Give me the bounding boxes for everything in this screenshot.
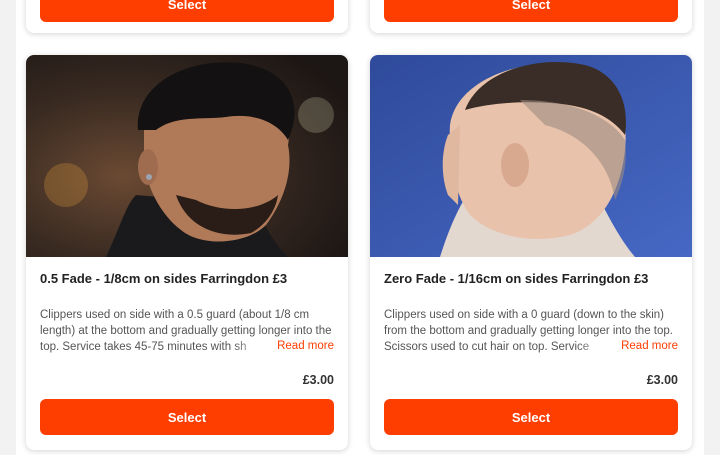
service-photo [26,55,348,257]
select-button[interactable]: Select [384,399,678,435]
select-button[interactable]: Select [40,399,334,435]
select-button[interactable]: Select [40,0,334,22]
service-card: Zero Fade - 1/16cm on sides Farringdon £… [370,55,692,450]
barber-photo-zero-fade-icon [370,55,692,257]
service-card: 0.5 Fade - 1/8cm on sides Farringdon £3 … [26,55,348,450]
service-price: £3.00 [302,373,334,387]
service-photo [370,55,692,257]
services-list: Select Select 0.5 Fade - 1/8cm on sides … [16,0,704,455]
service-title: Zero Fade - 1/16cm on sides Farringdon £… [384,271,649,286]
read-more-link[interactable]: Read more [273,340,334,352]
barber-photo-fade-icon [26,55,348,257]
service-title: 0.5 Fade - 1/8cm on sides Farringdon £3 [40,271,288,286]
read-more-link[interactable]: Read more [617,340,678,352]
service-card-previous-1: Select [26,0,348,33]
service-card-previous-2: Select [370,0,692,33]
select-button[interactable]: Select [384,0,678,22]
service-price: £3.00 [646,373,678,387]
